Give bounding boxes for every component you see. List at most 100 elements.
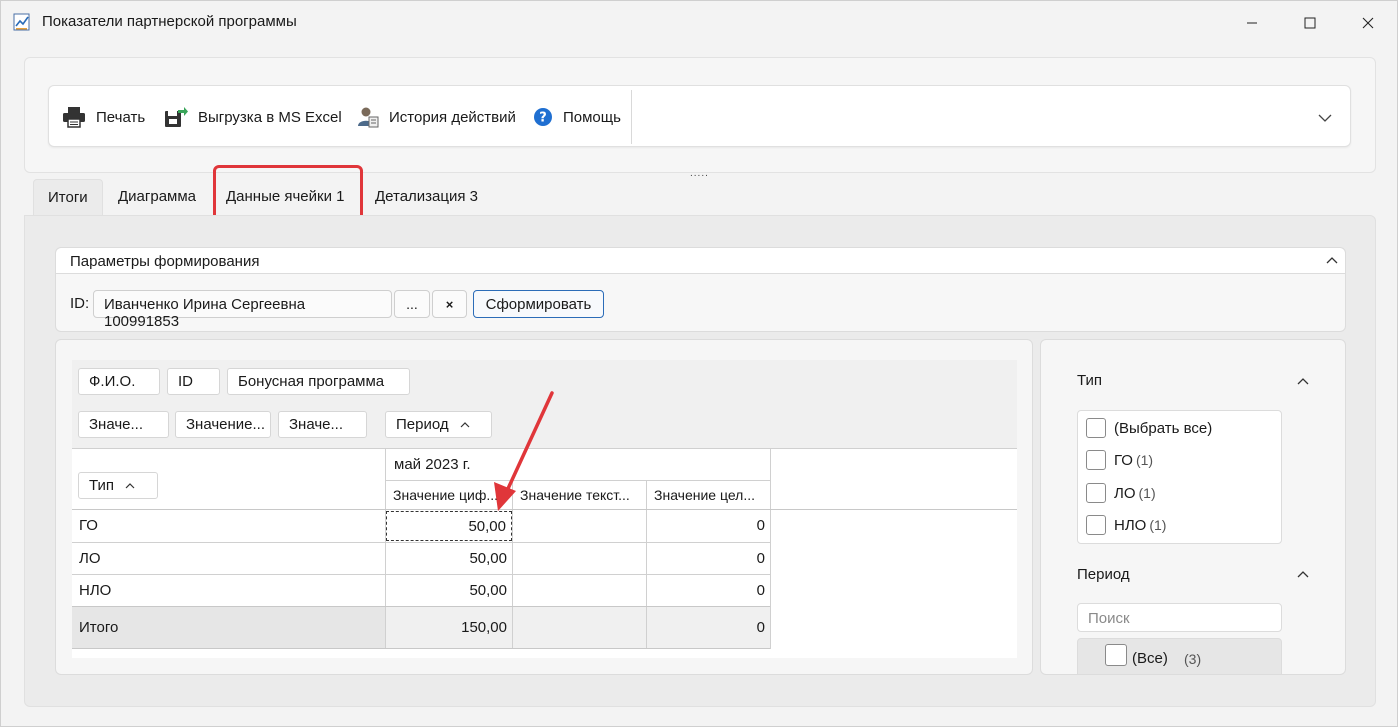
- chart-icon: [13, 13, 30, 31]
- close-button[interactable]: [1345, 9, 1391, 37]
- period-filter-item-count: (3): [1184, 651, 1202, 667]
- type-filter-item-label: ЛО: [1114, 484, 1136, 502]
- cell-total-numeric[interactable]: 150,00: [386, 607, 512, 648]
- row-header-nlo[interactable]: НЛО: [79, 575, 379, 606]
- printer-icon: [63, 107, 85, 128]
- checkbox[interactable]: [1086, 450, 1106, 470]
- chevron-down-icon[interactable]: [1315, 108, 1335, 128]
- app-window: Показатели партнерской программы Печать: [0, 0, 1398, 727]
- cell-lo-integer[interactable]: 0: [647, 543, 770, 574]
- type-filter-item-all[interactable]: (Выбрать все): [1086, 417, 1212, 439]
- toolbar: Печать Выгрузка в MS Excel История дейст…: [48, 85, 1351, 147]
- field-chip-value-3[interactable]: Значе...: [278, 411, 367, 438]
- field-chip-fio[interactable]: Ф.И.О.: [78, 368, 160, 395]
- sort-ascending-icon: [460, 421, 470, 427]
- type-filter-item-lo[interactable]: ЛО (1): [1086, 482, 1156, 504]
- cell-go-integer[interactable]: 0: [647, 510, 770, 541]
- generate-button[interactable]: Сформировать: [473, 290, 604, 318]
- sort-ascending-icon: [125, 482, 135, 488]
- cell-lo-numeric[interactable]: 50,00: [386, 543, 512, 574]
- params-header[interactable]: Параметры формирования: [56, 248, 1345, 274]
- row-header-lo[interactable]: ЛО: [79, 543, 379, 574]
- grid-line: [770, 448, 771, 649]
- id-field[interactable]: Иванченко Ирина Сергеевна 100991853: [93, 290, 392, 330]
- field-chip-period-label: Период: [396, 416, 449, 433]
- params-panel: Параметры формирования ID: Иванченко Ири…: [55, 247, 1346, 332]
- row-header-go[interactable]: ГО: [79, 510, 379, 541]
- svg-text:?: ?: [539, 111, 547, 126]
- field-chip-id[interactable]: ID: [167, 368, 220, 395]
- col-header-text[interactable]: Значение текст...: [513, 481, 646, 509]
- splitter-grip[interactable]: .....: [690, 168, 710, 179]
- cell-lo-text[interactable]: [513, 543, 646, 574]
- checkbox[interactable]: [1086, 515, 1106, 535]
- minimize-button[interactable]: [1229, 9, 1275, 37]
- print-button[interactable]: Печать: [62, 86, 145, 148]
- period-header[interactable]: май 2023 г.: [386, 449, 770, 480]
- type-filter-item-count: (1): [1149, 517, 1167, 533]
- col-header-numeric[interactable]: Значение циф...: [386, 481, 512, 509]
- help-label: Помощь: [563, 108, 621, 126]
- export-excel-icon: [165, 107, 188, 127]
- history-button[interactable]: История действий: [357, 86, 516, 148]
- minimize-icon: [1247, 22, 1257, 24]
- chevron-up-icon[interactable]: [1295, 566, 1311, 582]
- type-filter-item-count: (1): [1138, 485, 1156, 501]
- checkbox[interactable]: [1105, 644, 1127, 666]
- type-filter-item-go[interactable]: ГО (1): [1086, 449, 1153, 471]
- grid-line: [72, 648, 770, 649]
- maximize-icon: [1304, 17, 1316, 29]
- params-title: Параметры формирования: [70, 253, 260, 270]
- period-filter-item-label: (Все): [1132, 650, 1168, 667]
- field-chip-bonus-program[interactable]: Бонусная программа: [227, 368, 410, 395]
- field-chip-type-label: Тип: [89, 477, 115, 494]
- chevron-up-icon[interactable]: [1324, 252, 1340, 268]
- clear-button[interactable]: ×: [432, 290, 467, 318]
- type-filter-item-label: НЛО: [1114, 516, 1147, 534]
- checkbox[interactable]: [1086, 418, 1106, 438]
- history-icon: [358, 107, 379, 128]
- window-title: Показатели партнерской программы: [42, 13, 297, 30]
- pivot-grid: Ф.И.О. ID Бонусная программа Значе... Зн…: [72, 360, 1017, 658]
- field-chip-period[interactable]: Период: [385, 411, 492, 438]
- print-label: Печать: [96, 108, 146, 126]
- cell-nlo-text[interactable]: [513, 575, 646, 606]
- field-chip-value-2[interactable]: Значение...: [175, 411, 271, 438]
- type-filter-item-count: (1): [1135, 452, 1154, 468]
- tab-details[interactable]: Детализация 3: [361, 179, 492, 215]
- help-button[interactable]: ? Помощь: [533, 86, 621, 148]
- export-excel-button[interactable]: Выгрузка в MS Excel: [164, 86, 342, 148]
- checkbox[interactable]: [1086, 483, 1106, 503]
- maximize-button[interactable]: [1287, 9, 1333, 37]
- cell-total-integer[interactable]: 0: [647, 607, 770, 648]
- type-filter-item-label: ГО: [1114, 451, 1133, 469]
- tab-totals[interactable]: Итоги: [33, 179, 103, 215]
- period-filter-title: Период: [1077, 566, 1130, 583]
- chevron-up-icon[interactable]: [1295, 373, 1311, 389]
- close-icon: [1362, 17, 1374, 29]
- tab-chart[interactable]: Диаграмма: [104, 179, 210, 215]
- help-icon: ?: [534, 108, 552, 126]
- export-excel-label: Выгрузка в MS Excel: [198, 108, 342, 126]
- type-filter-title: Тип: [1077, 372, 1103, 389]
- cell-go-text[interactable]: [513, 510, 646, 541]
- title-bar: Показатели партнерской программы: [1, 1, 1398, 45]
- cell-total-text[interactable]: [513, 607, 646, 648]
- col-header-integer[interactable]: Значение цел...: [647, 481, 770, 509]
- type-filter-item-nlo[interactable]: НЛО (1): [1086, 514, 1166, 536]
- cell-go-numeric[interactable]: 50,00: [386, 511, 512, 541]
- browse-button[interactable]: ...: [394, 290, 430, 318]
- type-filter-item-label: (Выбрать все): [1114, 419, 1213, 437]
- history-label: История действий: [389, 108, 516, 126]
- cell-nlo-integer[interactable]: 0: [647, 575, 770, 606]
- type-filter-list: (Выбрать все) ГО (1) ЛО (1) НЛО (1): [1077, 410, 1282, 544]
- filter-panel: Тип (Выбрать все) ГО (1) ЛО (1) НЛО (1) …: [1040, 339, 1346, 675]
- row-header-total[interactable]: Итого: [72, 607, 385, 648]
- toolbar-separator: [631, 90, 632, 144]
- id-label: ID:: [70, 295, 90, 312]
- cell-nlo-numeric[interactable]: 50,00: [386, 575, 512, 606]
- period-filter-item-all[interactable]: (Все) (3): [1077, 638, 1282, 674]
- field-chip-type[interactable]: Тип: [78, 472, 158, 499]
- field-chip-value-1[interactable]: Значе...: [78, 411, 169, 438]
- period-search-input[interactable]: Поиск: [1077, 603, 1282, 632]
